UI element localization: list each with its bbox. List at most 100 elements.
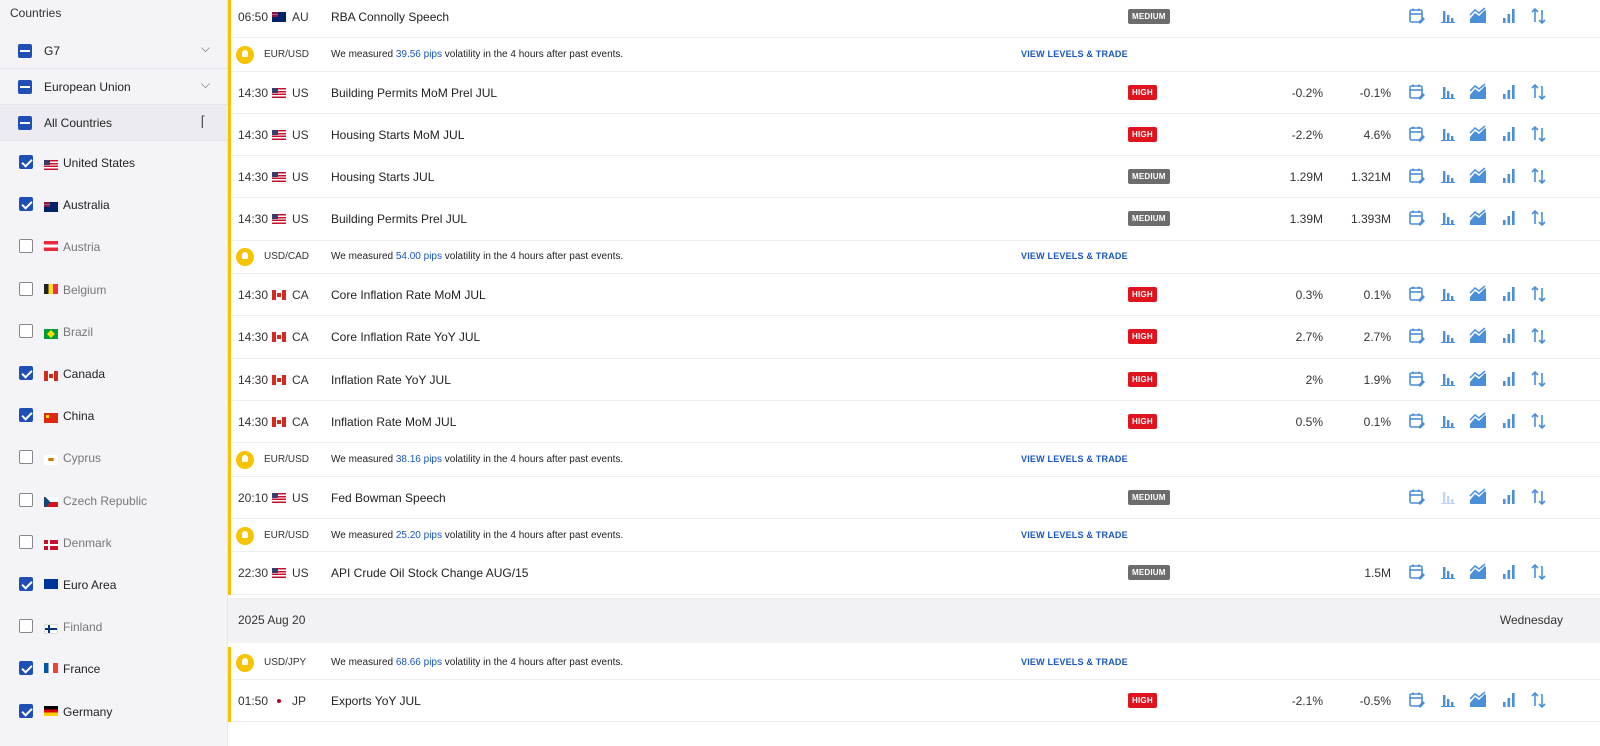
bar-chart-icon[interactable] bbox=[1439, 167, 1457, 185]
event-name[interactable]: Exports YoY JUL bbox=[331, 694, 421, 708]
country-denmark[interactable]: Denmark bbox=[0, 521, 228, 563]
calendar-icon[interactable] bbox=[1408, 370, 1426, 388]
country-euro-area[interactable]: Euro Area bbox=[0, 563, 228, 605]
country-united-states[interactable]: United States bbox=[0, 141, 228, 183]
country-checkbox[interactable] bbox=[19, 239, 33, 254]
calendar-icon[interactable] bbox=[1408, 83, 1426, 101]
country-checkbox[interactable] bbox=[19, 281, 33, 296]
calendar-icon[interactable] bbox=[1408, 563, 1426, 581]
column-chart-icon[interactable] bbox=[1500, 285, 1518, 303]
country-checkbox[interactable] bbox=[19, 197, 33, 212]
sort-arrows-icon[interactable] bbox=[1530, 488, 1548, 506]
area-chart-icon[interactable] bbox=[1469, 285, 1487, 303]
bar-chart-icon[interactable] bbox=[1439, 209, 1457, 227]
area-chart-icon[interactable] bbox=[1469, 488, 1487, 506]
country-checkbox[interactable] bbox=[19, 155, 33, 169]
country-china[interactable]: China bbox=[0, 394, 228, 436]
country-australia[interactable]: Australia bbox=[0, 183, 228, 225]
column-chart-icon[interactable] bbox=[1500, 167, 1518, 185]
bar-chart-icon[interactable] bbox=[1439, 327, 1457, 345]
sort-arrows-icon[interactable] bbox=[1530, 7, 1548, 25]
view-levels-trade-link[interactable]: VIEW LEVELS & TRADE bbox=[1021, 657, 1128, 667]
area-chart-icon[interactable] bbox=[1469, 83, 1487, 101]
sort-arrows-icon[interactable] bbox=[1530, 412, 1548, 430]
column-chart-icon[interactable] bbox=[1500, 412, 1518, 430]
event-row[interactable]: 14:30 CA Core Inflation Rate YoY JUL HIGH 2.… bbox=[228, 316, 1600, 359]
country-checkbox[interactable] bbox=[19, 366, 33, 380]
view-levels-trade-link[interactable]: VIEW LEVELS & TRADE bbox=[1021, 530, 1128, 540]
chevron-down-icon[interactable]: ⌵ bbox=[201, 41, 210, 56]
country-czech-republic[interactable]: Czech Republic bbox=[0, 479, 228, 521]
sort-arrows-icon[interactable] bbox=[1530, 209, 1548, 227]
group-all-countries[interactable]: All Countries ⌈ bbox=[0, 105, 228, 141]
bar-chart-icon[interactable] bbox=[1439, 125, 1457, 143]
event-name[interactable]: Fed Bowman Speech bbox=[331, 491, 446, 505]
event-name[interactable]: RBA Connolly Speech bbox=[331, 10, 449, 24]
bar-chart-icon[interactable] bbox=[1439, 412, 1457, 430]
column-chart-icon[interactable] bbox=[1500, 691, 1518, 709]
area-chart-icon[interactable] bbox=[1469, 563, 1487, 581]
sort-arrows-icon[interactable] bbox=[1530, 563, 1548, 581]
area-chart-icon[interactable] bbox=[1469, 412, 1487, 430]
sort-arrows-icon[interactable] bbox=[1530, 167, 1548, 185]
area-chart-icon[interactable] bbox=[1469, 370, 1487, 388]
view-levels-trade-link[interactable]: VIEW LEVELS & TRADE bbox=[1021, 49, 1128, 59]
country-france[interactable]: France bbox=[0, 647, 228, 689]
group-european-union[interactable]: European Union ⌵ bbox=[0, 69, 228, 105]
sort-arrows-icon[interactable] bbox=[1530, 125, 1548, 143]
country-cyprus[interactable]: Cyprus bbox=[0, 436, 228, 478]
view-levels-trade-link[interactable]: VIEW LEVELS & TRADE bbox=[1021, 251, 1128, 261]
calendar-icon[interactable] bbox=[1408, 209, 1426, 227]
column-chart-icon[interactable] bbox=[1500, 83, 1518, 101]
bar-chart-icon[interactable] bbox=[1439, 7, 1457, 25]
event-row[interactable]: 14:30 US Housing Starts JUL MEDIUM 1.29M 1.32… bbox=[228, 156, 1600, 199]
calendar-icon[interactable] bbox=[1408, 285, 1426, 303]
bar-chart-icon[interactable] bbox=[1439, 285, 1457, 303]
view-levels-trade-link[interactable]: VIEW LEVELS & TRADE bbox=[1021, 454, 1128, 464]
area-chart-icon[interactable] bbox=[1469, 691, 1487, 709]
country-canada[interactable]: Canada bbox=[0, 352, 228, 394]
column-chart-icon[interactable] bbox=[1500, 370, 1518, 388]
area-chart-icon[interactable] bbox=[1469, 7, 1487, 25]
sort-arrows-icon[interactable] bbox=[1530, 370, 1548, 388]
calendar-icon[interactable] bbox=[1408, 167, 1426, 185]
sort-arrows-icon[interactable] bbox=[1530, 83, 1548, 101]
column-chart-icon[interactable] bbox=[1500, 488, 1518, 506]
country-checkbox[interactable] bbox=[19, 534, 33, 549]
country-finland[interactable]: Finland bbox=[0, 605, 228, 647]
event-name[interactable]: Core Inflation Rate MoM JUL bbox=[331, 288, 486, 302]
calendar-icon[interactable] bbox=[1408, 691, 1426, 709]
event-name[interactable]: Inflation Rate YoY JUL bbox=[331, 373, 451, 387]
country-checkbox[interactable] bbox=[19, 492, 33, 507]
area-chart-icon[interactable] bbox=[1469, 167, 1487, 185]
area-chart-icon[interactable] bbox=[1469, 125, 1487, 143]
country-checkbox[interactable] bbox=[19, 408, 33, 423]
bar-chart-icon[interactable] bbox=[1439, 488, 1457, 506]
event-row[interactable]: 14:30 US Building Permits MoM Prel JUL HIGH… bbox=[228, 72, 1600, 114]
bar-chart-icon[interactable] bbox=[1439, 370, 1457, 388]
calendar-icon[interactable] bbox=[1408, 327, 1426, 345]
column-chart-icon[interactable] bbox=[1500, 209, 1518, 227]
event-name[interactable]: Inflation Rate MoM JUL bbox=[331, 415, 456, 429]
country-checkbox[interactable] bbox=[19, 577, 33, 591]
event-name[interactable]: API Crude Oil Stock Change AUG/15 bbox=[331, 566, 528, 580]
bar-chart-icon[interactable] bbox=[1439, 83, 1457, 101]
event-name[interactable]: Building Permits Prel JUL bbox=[331, 212, 467, 226]
event-name[interactable]: Housing Starts MoM JUL bbox=[331, 128, 464, 142]
event-row[interactable]: 01:50 JP Exports YoY JUL HIGH -2.1% -0.5% bbox=[228, 680, 1600, 723]
event-row[interactable]: 14:30 US Building Permits Prel JUL MEDIUM 1.… bbox=[228, 198, 1600, 241]
column-chart-icon[interactable] bbox=[1500, 7, 1518, 25]
event-row[interactable]: 20:10 US Fed Bowman Speech MEDIUM bbox=[228, 477, 1600, 519]
country-checkbox[interactable] bbox=[19, 703, 33, 718]
area-chart-icon[interactable] bbox=[1469, 209, 1487, 227]
column-chart-icon[interactable] bbox=[1500, 563, 1518, 581]
country-checkbox[interactable] bbox=[19, 450, 33, 465]
calendar-icon[interactable] bbox=[1408, 125, 1426, 143]
sort-arrows-icon[interactable] bbox=[1530, 285, 1548, 303]
event-row[interactable]: 14:30 CA Core Inflation Rate MoM JUL HIGH 0.… bbox=[228, 274, 1600, 317]
calendar-icon[interactable] bbox=[1408, 412, 1426, 430]
bar-chart-icon[interactable] bbox=[1439, 563, 1457, 581]
sort-arrows-icon[interactable] bbox=[1530, 691, 1548, 709]
sort-arrows-icon[interactable] bbox=[1530, 327, 1548, 345]
country-brazil[interactable]: Brazil bbox=[0, 310, 228, 352]
